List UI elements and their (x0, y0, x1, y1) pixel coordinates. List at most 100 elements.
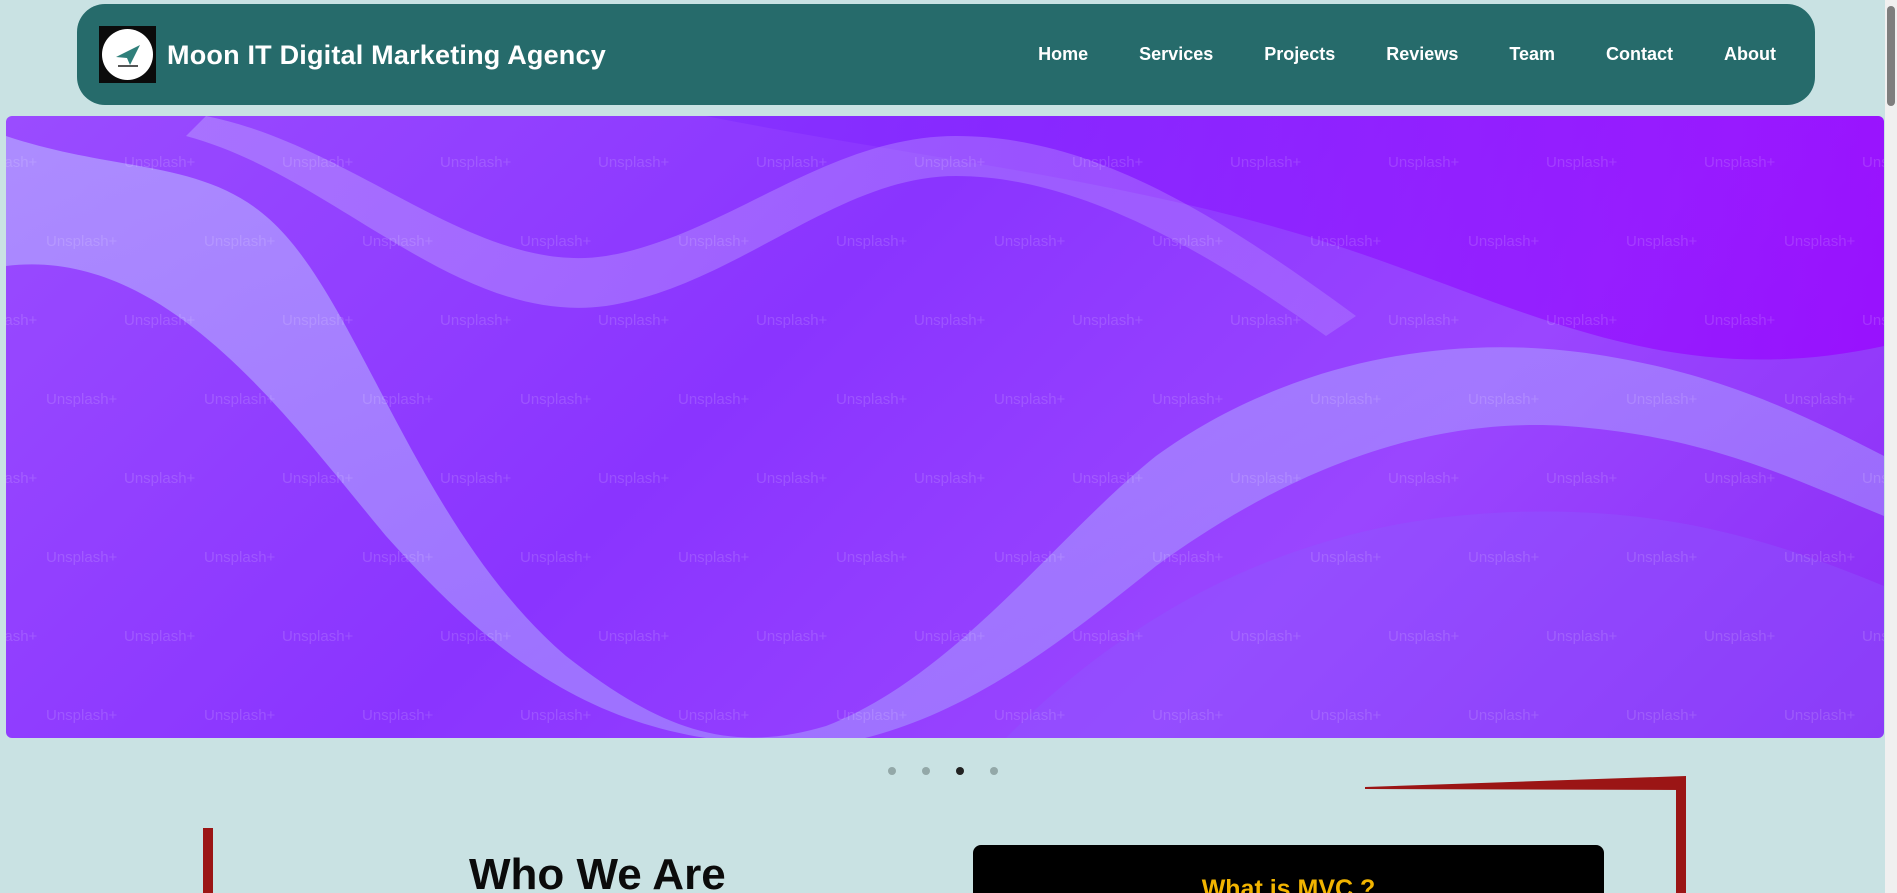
watermark-text: Unsplash+ (678, 707, 750, 724)
watermark-text: Unsplash+ (598, 470, 670, 487)
hero-carousel-slide[interactable]: Unsplash+ Unsplash+ Unsplash+ Unsplash+ Unsp… (6, 116, 1884, 738)
watermark-text: Unsplash+ (678, 391, 750, 408)
watermark-text: Unsplash+ (440, 312, 512, 329)
watermark-text: Unsplash+ (1704, 628, 1776, 645)
watermark-text: Unsplash+ (1546, 154, 1618, 171)
watermark-text: Unsplash+ (440, 154, 512, 171)
watermark-text: Unsplash+ (362, 233, 434, 250)
watermark-text: Unsplash+ (994, 707, 1066, 724)
watermark-text: Unsplash+ (282, 312, 354, 329)
carousel-dot-1[interactable] (888, 767, 896, 775)
watermark-text: Unsplash+ (6, 628, 38, 645)
accent-frame-top (1365, 776, 1686, 790)
watermark-text: Unsplash+ (914, 470, 986, 487)
watermark-text: Unsplash+ (282, 470, 354, 487)
watermark-text: Unsplash+ (1388, 628, 1460, 645)
watermark-text: Unsplash+ (124, 628, 196, 645)
watermark-text: Unsplash+ (520, 707, 592, 724)
carousel-dot-3[interactable] (956, 767, 964, 775)
watermark-text: Unsplash+ (1468, 391, 1540, 408)
carousel-dot-2[interactable] (922, 767, 930, 775)
watermark-text: Unsplash+ (204, 707, 276, 724)
paper-plane-logo-icon (102, 29, 153, 80)
watermark-text: Unsplash+ (1862, 628, 1884, 645)
watermark-text: Unsplash+ (836, 233, 908, 250)
nav-link-about[interactable]: About (1724, 44, 1776, 65)
watermark-text: Unsplash+ (1784, 233, 1856, 250)
carousel-dot-4[interactable] (990, 767, 998, 775)
watermark-text: Unsplash+ (1468, 707, 1540, 724)
watermark-text: Unsplash+ (1230, 154, 1302, 171)
watermark-text: Unsplash+ (1072, 628, 1144, 645)
watermark-text: Unsplash+ (756, 470, 828, 487)
accent-bar-left (203, 828, 213, 893)
page-scrollbar[interactable] (1885, 0, 1897, 893)
brand-name[interactable]: Moon IT Digital Marketing Agency (167, 40, 606, 71)
watermark-text: Unsplash+ (1546, 470, 1618, 487)
watermark-text: Unsplash+ (678, 233, 750, 250)
mvc-card: What is MVC ? (973, 845, 1604, 893)
watermark-text: Unsplash+ (1152, 707, 1224, 724)
nav-link-projects[interactable]: Projects (1264, 44, 1335, 65)
watermark-text: Unsplash+ (124, 470, 196, 487)
watermark-text: Unsplash+ (836, 707, 908, 724)
watermark-text: Unsplash+ (1546, 628, 1618, 645)
watermark-text: Unsplash+ (1388, 470, 1460, 487)
brand-logo[interactable] (99, 26, 156, 83)
watermark-text: Unsplash+ (914, 154, 986, 171)
watermark-text: Unsplash+ (1546, 312, 1618, 329)
watermark-text: Unsplash+ (1468, 549, 1540, 566)
mvc-card-title: What is MVC ? (1201, 875, 1376, 893)
watermark-text: Unsplash+ (1152, 391, 1224, 408)
watermark-text: Unsplash+ (46, 707, 118, 724)
nav-link-home[interactable]: Home (1038, 44, 1088, 65)
nav-link-services[interactable]: Services (1139, 44, 1213, 65)
watermark-text: Unsplash+ (124, 154, 196, 171)
watermark-text: Unsplash+ (994, 549, 1066, 566)
watermark-text: Unsplash+ (1152, 233, 1224, 250)
watermark-text: Unsplash+ (440, 628, 512, 645)
watermark-text: Unsplash+ (994, 391, 1066, 408)
watermark-text: Unsplash+ (520, 391, 592, 408)
watermark-text: Unsplash+ (1230, 470, 1302, 487)
watermark-text: Unsplash+ (6, 470, 38, 487)
watermark-text: Unsplash+ (1784, 549, 1856, 566)
watermark-text: Unsplash+ (1784, 391, 1856, 408)
watermark-text: Unsplash+ (1072, 154, 1144, 171)
watermark-text: Unsplash+ (1626, 391, 1698, 408)
watermark-text: Unsplash+ (598, 628, 670, 645)
watermark-text: Unsplash+ (1152, 549, 1224, 566)
scrollbar-thumb[interactable] (1887, 6, 1895, 106)
watermark-text: Unsplash+ (1310, 233, 1382, 250)
navbar: Moon IT Digital Marketing Agency Home Se… (77, 4, 1815, 105)
watermark-text: Unsplash+ (124, 312, 196, 329)
watermark-text: Unsplash+ (1230, 312, 1302, 329)
watermark-text: Unsplash+ (994, 233, 1066, 250)
watermark-text: Unsplash+ (282, 628, 354, 645)
watermark-text: Unsplash+ (598, 312, 670, 329)
carousel-indicators (888, 765, 998, 777)
watermark-text: Unsplash+ (1388, 154, 1460, 171)
watermark-text: Unsplash+ (520, 549, 592, 566)
watermark-text: Unsplash+ (520, 233, 592, 250)
watermark-text: Unsplash+ (1072, 470, 1144, 487)
watermark-text: Unsplash+ (678, 549, 750, 566)
watermark-text: Unsplash+ (204, 391, 276, 408)
watermark-text: Unsplash+ (1072, 312, 1144, 329)
watermark-text: Unsplash+ (6, 312, 38, 329)
watermark-text: Unsplash+ (440, 470, 512, 487)
watermark-text: Unsplash+ (362, 391, 434, 408)
watermark-text: Unsplash+ (282, 154, 354, 171)
nav-link-reviews[interactable]: Reviews (1386, 44, 1458, 65)
watermark-text: Unsplash+ (756, 312, 828, 329)
watermark-text: Unsplash+ (1310, 549, 1382, 566)
watermark-text: Unsplash+ (1230, 628, 1302, 645)
nav-link-contact[interactable]: Contact (1606, 44, 1673, 65)
watermark-text: Unsplash+ (914, 312, 986, 329)
watermark-text: Unsplash+ (1626, 233, 1698, 250)
watermark-text: Unsplash+ (1784, 707, 1856, 724)
nav-link-team[interactable]: Team (1509, 44, 1555, 65)
watermark-text: Unsplash+ (362, 549, 434, 566)
watermark-text: Unsplash+ (46, 391, 118, 408)
watermark-text: Unsplash+ (1626, 549, 1698, 566)
